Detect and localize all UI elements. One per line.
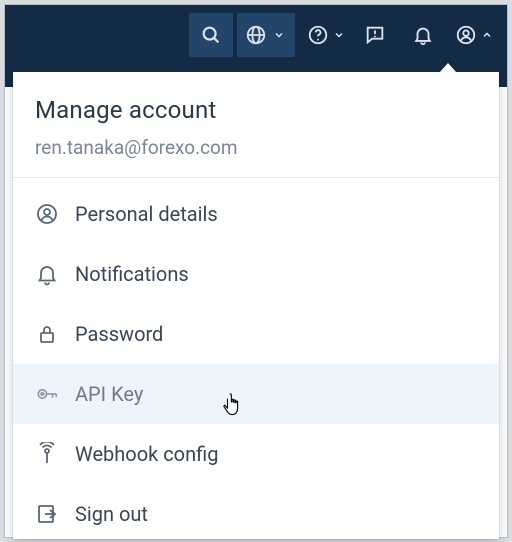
dropdown-header: Manage account ren.tanaka@forexo.com <box>13 72 499 178</box>
menu-item-personal-details[interactable]: Personal details <box>13 184 499 244</box>
lock-icon <box>35 322 59 346</box>
antenna-icon <box>35 442 59 466</box>
account-dropdown: Manage account ren.tanaka@forexo.com Per… <box>13 72 499 539</box>
feedback-button[interactable] <box>353 13 397 57</box>
menu-item-label: Notifications <box>75 262 189 286</box>
avatar-icon <box>455 24 477 46</box>
menu-item-label: Personal details <box>75 202 218 226</box>
menu-item-api-key[interactable]: API Key <box>13 364 499 424</box>
search-button[interactable] <box>189 13 233 57</box>
chat-alert-icon <box>364 24 386 46</box>
avatar-icon <box>35 202 59 226</box>
menu-item-notifications[interactable]: Notifications <box>13 244 499 304</box>
language-switcher[interactable] <box>237 13 295 57</box>
menu-item-label: API Key <box>75 382 143 406</box>
dropdown-list: Personal details Notifications Password … <box>13 178 499 542</box>
search-icon <box>200 24 222 46</box>
chevron-down-icon <box>331 29 347 41</box>
sign-out-icon <box>35 502 59 526</box>
menu-item-webhook-config[interactable]: Webhook config <box>13 424 499 484</box>
topbar <box>5 5 507 65</box>
key-icon <box>35 382 59 406</box>
menu-item-label: Password <box>75 322 163 346</box>
menu-item-password[interactable]: Password <box>13 304 499 364</box>
help-button[interactable] <box>299 13 349 57</box>
chevron-up-icon <box>479 29 495 41</box>
globe-icon <box>245 24 267 46</box>
bell-icon <box>35 262 59 286</box>
account-button[interactable] <box>449 13 499 57</box>
menu-item-sign-out[interactable]: Sign out <box>13 484 499 542</box>
menu-item-label: Webhook config <box>75 442 218 466</box>
account-email: ren.tanaka@forexo.com <box>35 136 477 159</box>
notifications-button[interactable] <box>401 13 445 57</box>
bell-icon <box>412 24 434 46</box>
dropdown-pointer <box>439 63 457 73</box>
menu-item-label: Sign out <box>75 502 148 526</box>
dropdown-title: Manage account <box>35 96 477 124</box>
pointer-cursor-icon <box>223 393 243 419</box>
help-icon <box>307 24 329 46</box>
chevron-down-icon <box>271 29 287 41</box>
